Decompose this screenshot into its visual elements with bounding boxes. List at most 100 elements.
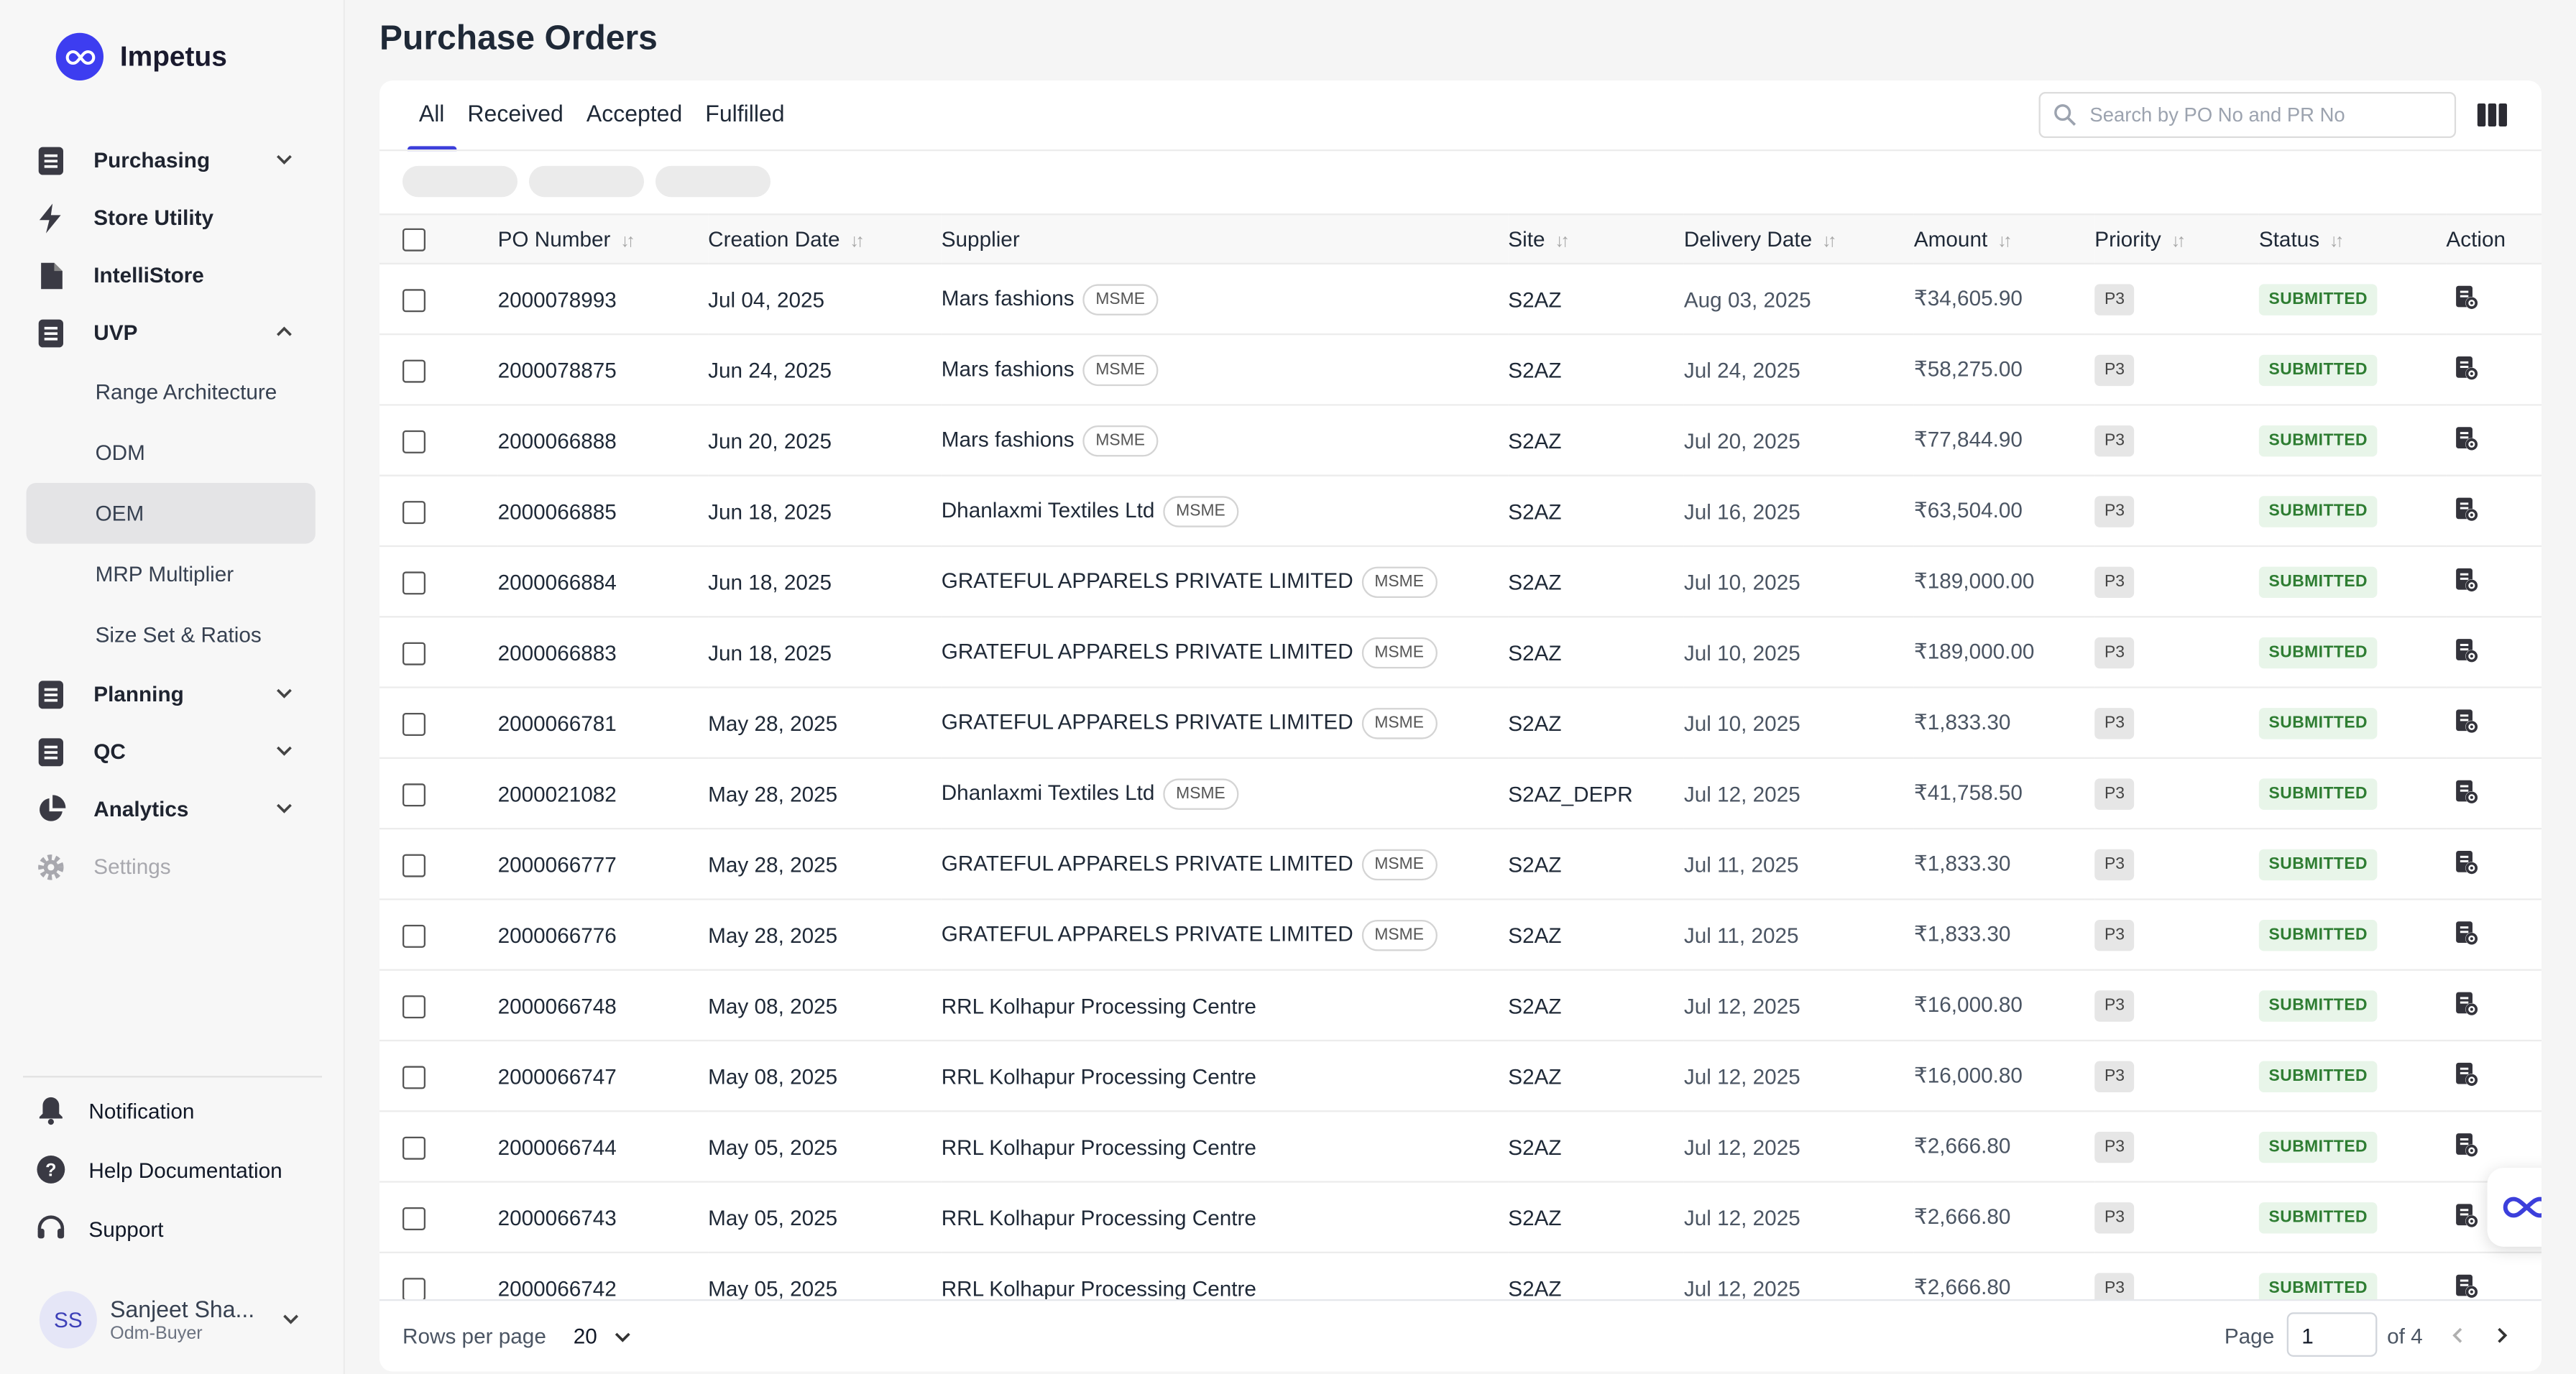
row-checkbox[interactable] (402, 854, 426, 877)
row-checkbox[interactable] (402, 1136, 426, 1160)
row-checkbox[interactable] (402, 995, 426, 1018)
nav-settings[interactable]: Settings (27, 838, 316, 895)
document-settings-icon[interactable] (2453, 354, 2480, 381)
brand[interactable]: Impetus (55, 32, 227, 80)
table-row[interactable]: 2000066888 Jun 20, 2025 Mars fashions MSME S… (379, 405, 2542, 476)
document-settings-icon[interactable] (2453, 778, 2480, 804)
header-status[interactable]: Status ↓↑ (2258, 213, 2447, 264)
po-number-cell[interactable]: 2000021082 (498, 758, 709, 829)
row-select-cell (380, 758, 498, 829)
sub-range-architecture[interactable]: Range Architecture (27, 361, 316, 423)
row-checkbox[interactable] (402, 571, 426, 594)
document-settings-icon[interactable] (2453, 1131, 2480, 1158)
header-site[interactable]: Site ↓↑ (1508, 213, 1684, 264)
nav-intellistore[interactable]: IntelliStore (27, 246, 316, 304)
row-checkbox[interactable] (402, 924, 426, 948)
sub-mrp-multiplier[interactable]: MRP Multiplier (27, 544, 316, 605)
nav-store-utility[interactable]: Store Utility (27, 189, 316, 246)
tab-accepted[interactable]: Accepted (575, 80, 694, 151)
po-number-cell[interactable]: 2000066885 (498, 476, 709, 546)
header-amount[interactable]: Amount ↓↑ (1913, 213, 2095, 264)
document-settings-icon[interactable] (2453, 1272, 2480, 1299)
table-row[interactable]: 2000066885 Jun 18, 2025 Dhanlaxmi Textiles… (379, 476, 2542, 546)
po-number-cell[interactable]: 2000066777 (498, 829, 709, 899)
sub-size-set-ratios[interactable]: Size Set & Ratios (27, 604, 316, 665)
nav-support[interactable]: Support (23, 1199, 322, 1258)
document-settings-icon[interactable] (2453, 1202, 2480, 1228)
user-menu[interactable]: SS Sanjeet Sha... Odm-Buyer (39, 1286, 319, 1352)
table-row[interactable]: 2000021082 May 28, 2025 Dhanlaxmi Textiles… (379, 758, 2542, 829)
header-creation-date[interactable]: Creation Date ↓↑ (708, 213, 942, 264)
document-settings-icon[interactable] (2453, 425, 2480, 451)
document-settings-icon[interactable] (2453, 495, 2480, 522)
row-checkbox[interactable] (402, 1277, 426, 1301)
document-settings-icon[interactable] (2453, 707, 2480, 734)
document-settings-icon[interactable] (2453, 990, 2480, 1016)
nav-uvp[interactable]: UVP (27, 304, 316, 361)
po-number-cell[interactable]: 2000066748 (498, 970, 709, 1041)
chevron-left-icon[interactable] (2446, 1324, 2469, 1347)
po-number-cell[interactable]: 2000066747 (498, 1041, 709, 1111)
tab-all[interactable]: All (407, 80, 456, 152)
amount-cell: ₹77,844.90 (1913, 427, 2023, 452)
table-row[interactable]: 2000066747 May 08, 2025 RRL Kolhapur Proce… (379, 1041, 2542, 1112)
table-row[interactable]: 2000066777 May 28, 2025 GRATEFUL APPARELS … (379, 829, 2542, 900)
nav-qc[interactable]: QC (27, 723, 316, 780)
po-number-cell[interactable]: 2000078993 (498, 264, 709, 334)
row-checkbox[interactable] (402, 642, 426, 665)
chevron-down-icon[interactable] (611, 1326, 634, 1349)
columns-icon[interactable] (2476, 100, 2509, 129)
table-row[interactable]: 2000066743 May 05, 2025 RRL Kolhapur Proce… (379, 1182, 2542, 1253)
table-row[interactable]: 2000078875 Jun 24, 2025 Mars fashions MSME S… (379, 334, 2542, 405)
chevron-right-icon[interactable] (2490, 1324, 2513, 1347)
row-checkbox[interactable] (402, 1207, 426, 1230)
assistant-fab[interactable] (2487, 1168, 2542, 1247)
page-number-input[interactable]: 1 (2286, 1312, 2378, 1357)
nav-notification[interactable]: Notification (23, 1081, 322, 1140)
row-checkbox[interactable] (402, 288, 426, 312)
header-delivery-date[interactable]: Delivery Date ↓↑ (1683, 213, 1914, 264)
table-row[interactable]: 2000078993 Jul 04, 2025 Mars fashions MSME S… (379, 264, 2542, 335)
document-settings-icon[interactable] (2453, 919, 2480, 946)
select-all-checkbox[interactable] (402, 229, 426, 252)
tab-received[interactable]: Received (456, 80, 574, 151)
row-select-cell (380, 334, 498, 405)
row-checkbox[interactable] (402, 783, 426, 806)
document-settings-icon[interactable] (2453, 1060, 2480, 1087)
document-settings-icon[interactable] (2453, 283, 2480, 310)
table-row[interactable]: 2000066781 May 28, 2025 GRATEFUL APPARELS … (379, 688, 2542, 758)
po-number-cell[interactable]: 2000066883 (498, 617, 709, 687)
po-number-cell[interactable]: 2000066884 (498, 546, 709, 617)
table-row[interactable]: 2000066748 May 08, 2025 RRL Kolhapur Proce… (379, 970, 2542, 1041)
po-number-cell[interactable]: 2000078875 (498, 334, 709, 405)
table-row[interactable]: 2000066883 Jun 18, 2025 GRATEFUL APPARELS … (379, 617, 2542, 688)
document-settings-icon[interactable] (2453, 566, 2480, 592)
row-checkbox[interactable] (402, 1065, 426, 1089)
po-number-cell[interactable]: 2000066781 (498, 688, 709, 758)
rows-per-page-select[interactable]: 20 (574, 1324, 597, 1348)
po-number-cell[interactable]: 2000066776 (498, 899, 709, 969)
row-checkbox[interactable] (402, 712, 426, 736)
table-row[interactable]: 2000066744 May 05, 2025 RRL Kolhapur Proce… (379, 1111, 2542, 1182)
nav-purchasing[interactable]: Purchasing (27, 132, 316, 189)
table-row[interactable]: 2000066776 May 28, 2025 GRATEFUL APPARELS … (379, 899, 2542, 970)
row-checkbox[interactable] (402, 500, 426, 524)
row-checkbox[interactable] (402, 359, 426, 383)
search-input[interactable] (2089, 103, 2435, 126)
priority-cell: P3 (2094, 617, 2259, 687)
table-row[interactable]: 2000066884 Jun 18, 2025 GRATEFUL APPARELS … (379, 546, 2542, 617)
row-checkbox[interactable] (402, 430, 426, 453)
document-settings-icon[interactable] (2453, 637, 2480, 663)
tab-fulfilled[interactable]: Fulfilled (694, 80, 796, 151)
header-priority[interactable]: Priority ↓↑ (2094, 213, 2259, 264)
nav-help-documentation[interactable]: ? Help Documentation (23, 1140, 322, 1199)
po-number-cell[interactable]: 2000066743 (498, 1182, 709, 1253)
sub-odm[interactable]: ODM (27, 422, 316, 483)
document-settings-icon[interactable] (2453, 849, 2480, 875)
po-number-cell[interactable]: 2000066888 (498, 405, 709, 475)
header-po-number[interactable]: PO Number ↓↑ (497, 213, 709, 264)
po-number-cell[interactable]: 2000066744 (498, 1111, 709, 1181)
nav-planning[interactable]: Planning (27, 665, 316, 723)
nav-analytics[interactable]: Analytics (27, 780, 316, 838)
sub-oem[interactable]: OEM (26, 482, 316, 544)
